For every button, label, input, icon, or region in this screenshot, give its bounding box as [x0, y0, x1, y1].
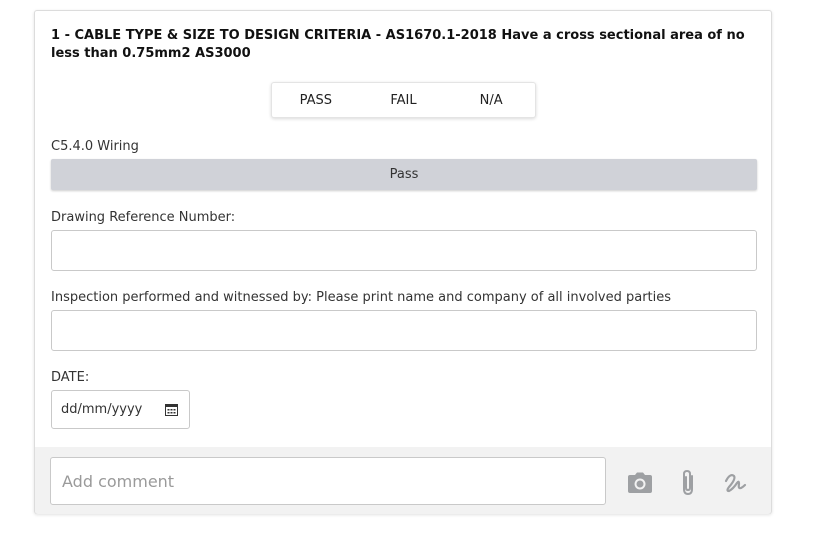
comment-input[interactable]: Add comment	[50, 457, 606, 505]
section-label: C5.4.0 Wiring	[51, 139, 139, 154]
inspection-label: Inspection performed and witnessed by: P…	[51, 290, 672, 305]
date-label: DATE:	[51, 370, 90, 385]
fail-button[interactable]: FAIL	[360, 83, 448, 117]
pass-button[interactable]: PASS	[272, 83, 360, 117]
drawing-reference-input[interactable]	[51, 230, 757, 271]
question-card: 1 - CABLE TYPE & SIZE TO DESIGN CRITERIA…	[34, 10, 772, 514]
paperclip-icon[interactable]	[679, 469, 697, 497]
na-button[interactable]: N/A	[447, 83, 535, 117]
signature-icon[interactable]	[723, 471, 749, 495]
date-placeholder: dd/mm/yyyy	[61, 402, 143, 417]
section-status-bar[interactable]: Pass	[51, 159, 757, 190]
camera-icon[interactable]	[627, 472, 653, 494]
inspection-input[interactable]	[51, 310, 757, 351]
comment-footer: Add comment	[35, 447, 771, 514]
calendar-icon[interactable]	[165, 403, 178, 416]
drawing-reference-label: Drawing Reference Number:	[51, 210, 236, 225]
comment-placeholder: Add comment	[62, 471, 175, 491]
question-title: 1 - CABLE TYPE & SIZE TO DESIGN CRITERIA…	[51, 28, 745, 61]
date-input[interactable]: dd/mm/yyyy	[51, 390, 190, 429]
result-button-group: PASS FAIL N/A	[271, 82, 536, 118]
